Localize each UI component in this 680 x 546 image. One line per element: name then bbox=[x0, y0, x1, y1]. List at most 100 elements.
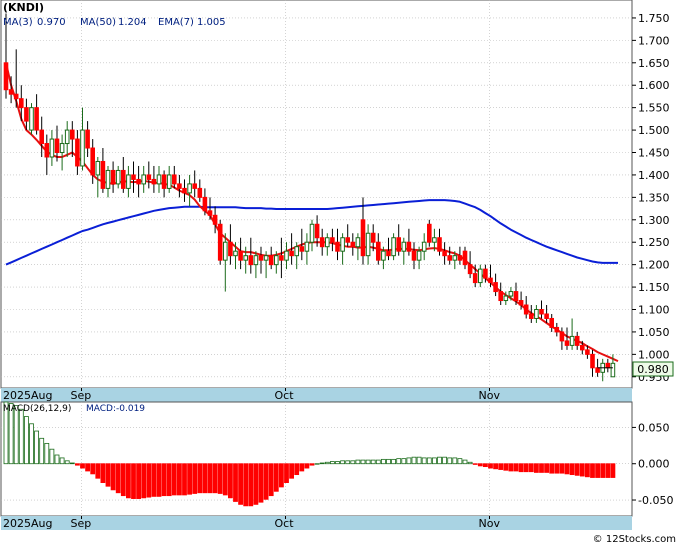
stock-chart: 1.750 1.700 1.650 1.600 1.550 1.500 1.450 1.400… bbox=[0, 0, 676, 545]
candle-body bbox=[197, 187, 203, 198]
ma3-legend: MA(3) bbox=[3, 17, 33, 28]
macd-bar bbox=[64, 460, 70, 465]
candle-body bbox=[258, 255, 264, 261]
macd-bar bbox=[585, 463, 590, 478]
candle-body bbox=[166, 174, 172, 189]
macd-bar bbox=[105, 463, 111, 487]
candle-body bbox=[523, 304, 529, 315]
candle-body bbox=[29, 107, 34, 131]
ticker-label: (KNDI) bbox=[3, 1, 44, 14]
macd-bar bbox=[534, 463, 539, 473]
candle-body bbox=[411, 250, 417, 261]
candle-body bbox=[207, 210, 213, 216]
price-tick-label: 1.750 bbox=[638, 12, 670, 25]
candle-body bbox=[325, 237, 330, 248]
candle-body bbox=[304, 241, 310, 252]
macd-bar bbox=[182, 463, 187, 496]
candle-body bbox=[513, 291, 519, 302]
candle-body bbox=[64, 129, 70, 145]
macd-bar bbox=[238, 463, 244, 505]
candle-body bbox=[172, 174, 177, 185]
price-tick-label: 1.350 bbox=[638, 191, 670, 204]
macd-bar bbox=[136, 463, 142, 499]
macd-bar bbox=[340, 460, 346, 465]
candle-body bbox=[605, 362, 611, 369]
macd-bar bbox=[554, 463, 560, 474]
candle-body bbox=[44, 143, 50, 158]
macd-bar bbox=[544, 463, 549, 473]
ma3-legend-value: 0.970 bbox=[37, 17, 66, 28]
price-tick-label: 1.000 bbox=[638, 348, 670, 361]
candle-body bbox=[569, 335, 575, 346]
candle-body bbox=[13, 93, 19, 100]
candle-body bbox=[110, 169, 116, 185]
macd-bar bbox=[335, 461, 340, 465]
macd-x-label: 2025Aug bbox=[3, 517, 52, 530]
candle-body bbox=[248, 255, 254, 266]
macd-bar bbox=[528, 463, 534, 473]
macd-bar bbox=[314, 463, 320, 465]
macd-bar bbox=[365, 459, 371, 465]
candle-body bbox=[401, 241, 407, 252]
ma50-legend-value: 1.204 bbox=[118, 17, 147, 28]
macd-bar bbox=[457, 458, 463, 465]
candle-body bbox=[360, 219, 366, 257]
macd-bar bbox=[59, 457, 65, 465]
candle-body bbox=[539, 309, 544, 315]
price-tick-label: 1.600 bbox=[638, 79, 670, 92]
price-tick-label: 1.250 bbox=[638, 236, 670, 249]
candle-body bbox=[223, 241, 228, 261]
candle-body bbox=[350, 241, 356, 248]
macd-bar bbox=[207, 463, 213, 494]
candle-body bbox=[488, 277, 493, 284]
candle-body bbox=[396, 237, 401, 252]
candle-body bbox=[381, 250, 386, 261]
candle-body bbox=[432, 237, 437, 243]
macd-bar bbox=[227, 463, 233, 499]
candle-body bbox=[279, 255, 284, 261]
candle-body bbox=[212, 214, 218, 225]
candle-body bbox=[478, 268, 483, 284]
candle-body bbox=[585, 349, 590, 355]
macd-bar bbox=[360, 459, 366, 465]
macd-bar bbox=[294, 463, 300, 476]
macd-bar bbox=[115, 463, 121, 494]
candle-body bbox=[416, 250, 422, 261]
candle-body bbox=[437, 237, 442, 252]
macd-bar bbox=[278, 463, 284, 488]
candle-body bbox=[462, 250, 468, 266]
macd-bar bbox=[176, 463, 182, 496]
price-tick-label: 1.050 bbox=[638, 326, 670, 339]
macd-bar bbox=[319, 462, 325, 465]
macd-bar bbox=[304, 463, 310, 469]
macd-x-label: Sep bbox=[71, 517, 92, 530]
macd-bar bbox=[324, 461, 330, 465]
macd-bar bbox=[39, 437, 45, 465]
macd-bar bbox=[329, 461, 335, 465]
macd-bar bbox=[472, 463, 478, 465]
macd-bar bbox=[350, 460, 356, 465]
macd-x-axis-band bbox=[1, 516, 632, 530]
macd-bar bbox=[508, 463, 514, 472]
macd-bar bbox=[233, 463, 238, 502]
candle-body bbox=[217, 223, 223, 261]
macd-bar bbox=[411, 456, 417, 465]
macd-bar bbox=[253, 463, 259, 505]
macd-bar bbox=[355, 459, 361, 465]
candle-body bbox=[319, 237, 325, 248]
macd-bar bbox=[49, 448, 55, 465]
macd-bar bbox=[401, 458, 407, 465]
candle-body bbox=[233, 250, 238, 257]
candle-body bbox=[345, 237, 350, 243]
candle-body bbox=[268, 255, 274, 266]
candle-body bbox=[340, 237, 345, 252]
macd-bar bbox=[268, 463, 274, 497]
macd-bar bbox=[579, 463, 585, 477]
price-tick-label: 1.100 bbox=[638, 304, 670, 317]
candle-body bbox=[335, 241, 340, 252]
price-y-axis: 1.750 1.700 1.650 1.600 1.550 1.500 1.450 1.400… bbox=[632, 12, 670, 384]
candle-body bbox=[49, 138, 55, 158]
price-tick-label: 1.300 bbox=[638, 214, 670, 227]
candle-body bbox=[503, 295, 509, 302]
macd-bar bbox=[248, 463, 254, 507]
